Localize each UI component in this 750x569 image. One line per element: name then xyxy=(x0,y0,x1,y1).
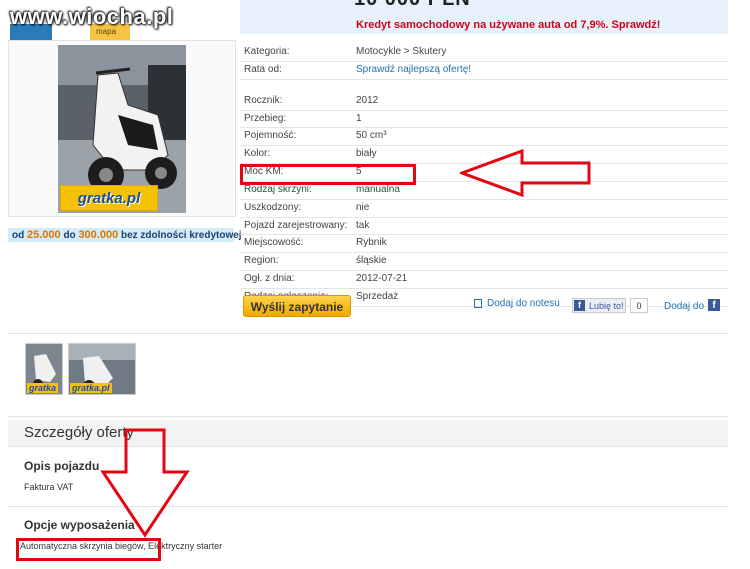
detail-value: nie xyxy=(356,201,370,213)
thumbnail-1[interactable]: gratka xyxy=(25,343,63,395)
detail-label: Kolor: xyxy=(244,148,271,160)
detail-value[interactable]: Motocykle > Skutery xyxy=(356,44,446,60)
detail-row-installment: Rata od: Sprawdź najlepszą ofertę! xyxy=(240,62,728,80)
detail-value: Sprzedaż xyxy=(356,290,399,302)
detail-label: Pojemność: xyxy=(244,130,297,142)
divider xyxy=(8,333,728,334)
facebook-share-icon[interactable]: f xyxy=(708,299,720,311)
credit-to: 300.000 xyxy=(78,229,119,241)
detail-value: 50 cm³ xyxy=(356,130,387,142)
gratka-logo: gratka.pl xyxy=(60,185,158,211)
detail-label: Ogł. z dnia: xyxy=(244,273,295,285)
detail-value: 1 xyxy=(356,112,362,124)
notepad-icon xyxy=(474,299,482,308)
like-count: 0 xyxy=(630,298,648,313)
detail-label: Pojazd zarejestrowany: xyxy=(244,219,348,231)
detail-value: 2012-07-21 xyxy=(356,273,408,285)
price-partial: 10 000 PLN xyxy=(354,0,471,11)
detail-label: Rocznik: xyxy=(244,94,283,106)
detail-row: Pojemność: 50 cm³ xyxy=(240,128,728,147)
credit-banner[interactable]: od 25.000 do 300.000 bez zdolności kredy… xyxy=(8,228,242,242)
detail-label: Region: xyxy=(244,255,279,267)
credit-suffix: bez zdolności kredytowej xyxy=(120,230,242,241)
credit-prefix: od xyxy=(12,230,25,241)
detail-value: Rybnik xyxy=(356,237,387,249)
equipment-highlight-box xyxy=(16,538,161,561)
detail-value: 2012 xyxy=(356,94,379,106)
credit-mid: do xyxy=(63,230,76,241)
detail-row: Przebieg: 1 xyxy=(240,111,728,129)
divider xyxy=(8,416,728,417)
detail-label: Przebieg: xyxy=(244,112,287,124)
detail-row-category: Kategoria: Motocykle > Skutery xyxy=(240,44,728,62)
add-to-facebook-link[interactable]: Dodaj do xyxy=(664,301,704,312)
site-watermark: www.wiocha.pl xyxy=(10,4,174,29)
annotation-arrow-down-icon xyxy=(100,428,190,538)
detail-value: śląskie xyxy=(356,255,387,267)
send-inquiry-button[interactable]: Wyślij zapytanie xyxy=(243,295,351,317)
annotation-arrow-left-icon xyxy=(460,148,591,198)
detail-row: Region: śląskie xyxy=(240,253,728,272)
thumbnail-logo: gratka.pl xyxy=(70,383,112,393)
detail-value: biały xyxy=(356,148,377,160)
detail-label: Rata od: xyxy=(244,63,282,75)
vehicle-description-heading: Opis pojazdu xyxy=(24,459,100,473)
detail-row: Pojazd zarejestrowany: tak xyxy=(240,218,728,236)
thumbnail-2[interactable]: gratka.pl xyxy=(68,343,136,395)
detail-value: tak xyxy=(356,219,370,231)
detail-label: Kategoria: xyxy=(244,46,290,57)
detail-label: Uszkodzony: xyxy=(244,201,302,213)
detail-label: Miejscowość: xyxy=(244,237,304,249)
facebook-icon: f xyxy=(574,300,585,311)
promo-credit-link[interactable]: Kredyt samochodowy na używane auta od 7,… xyxy=(356,19,660,31)
vehicle-description-text: Faktura VAT xyxy=(24,482,74,492)
credit-from: 25.000 xyxy=(27,229,61,241)
gearbox-highlight-box xyxy=(240,164,416,185)
thumbnail-logo: gratka xyxy=(27,383,59,393)
detail-row: Rocznik: 2012 xyxy=(240,93,728,111)
add-to-notes-link[interactable]: Dodaj do notesu xyxy=(487,298,560,309)
detail-row: Ogł. z dnia: 2012-07-21 xyxy=(240,271,728,289)
installment-link[interactable]: Sprawdź najlepszą ofertę! xyxy=(356,62,471,78)
detail-row: Uszkodzony: nie xyxy=(240,200,728,218)
detail-row: Miejscowość: Rybnik xyxy=(240,235,728,254)
